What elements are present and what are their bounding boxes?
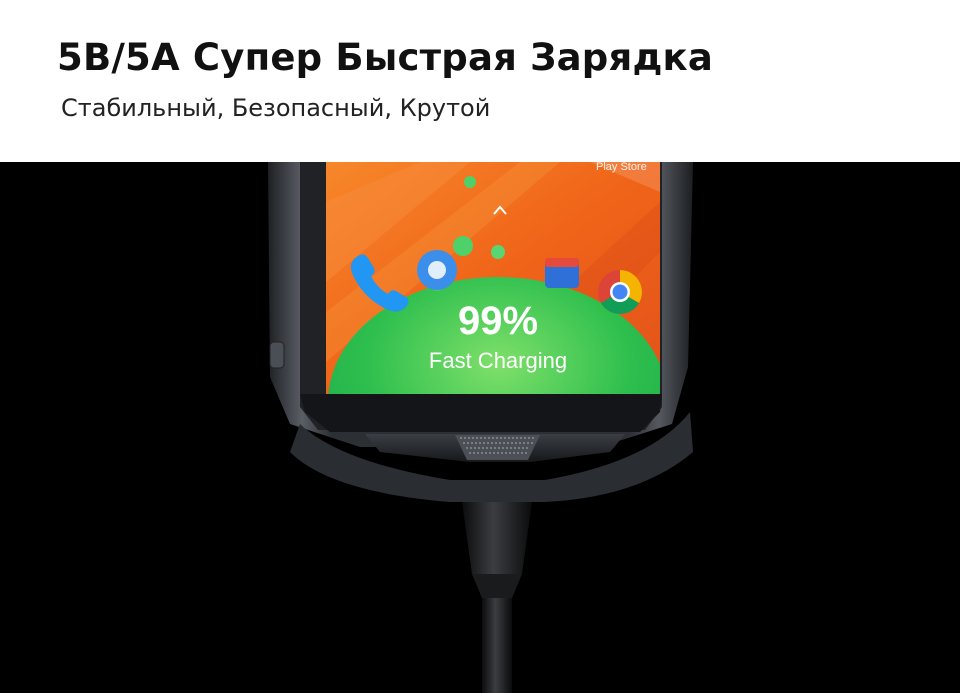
banner-title: 5В/5А Супер Быстрая Зарядка (57, 36, 714, 79)
charge-bubble (453, 236, 473, 256)
charge-bubble (464, 176, 476, 188)
speaker-grille (455, 435, 540, 460)
phone-chin (290, 394, 693, 502)
messages-app-icon[interactable] (417, 250, 457, 290)
phone-illustration: Play Store 99% Fast Charging (268, 162, 693, 693)
product-photo: Play Store 99% Fast Charging (0, 162, 960, 693)
banner-header: 5В/5А Супер Быстрая Зарядка Стабильный, … (0, 0, 960, 162)
store-label: Play Store (596, 162, 647, 173)
charging-label: Fast Charging (429, 348, 567, 373)
side-button (269, 341, 285, 369)
banner-subtitle: Стабильный, Безопасный, Крутой (61, 94, 491, 122)
chrome-icon[interactable] (598, 270, 642, 314)
battery-percent: 99% (458, 299, 538, 343)
gallery-app-icon[interactable] (545, 258, 579, 288)
charge-bubble (491, 245, 505, 259)
usb-cable (462, 502, 532, 693)
